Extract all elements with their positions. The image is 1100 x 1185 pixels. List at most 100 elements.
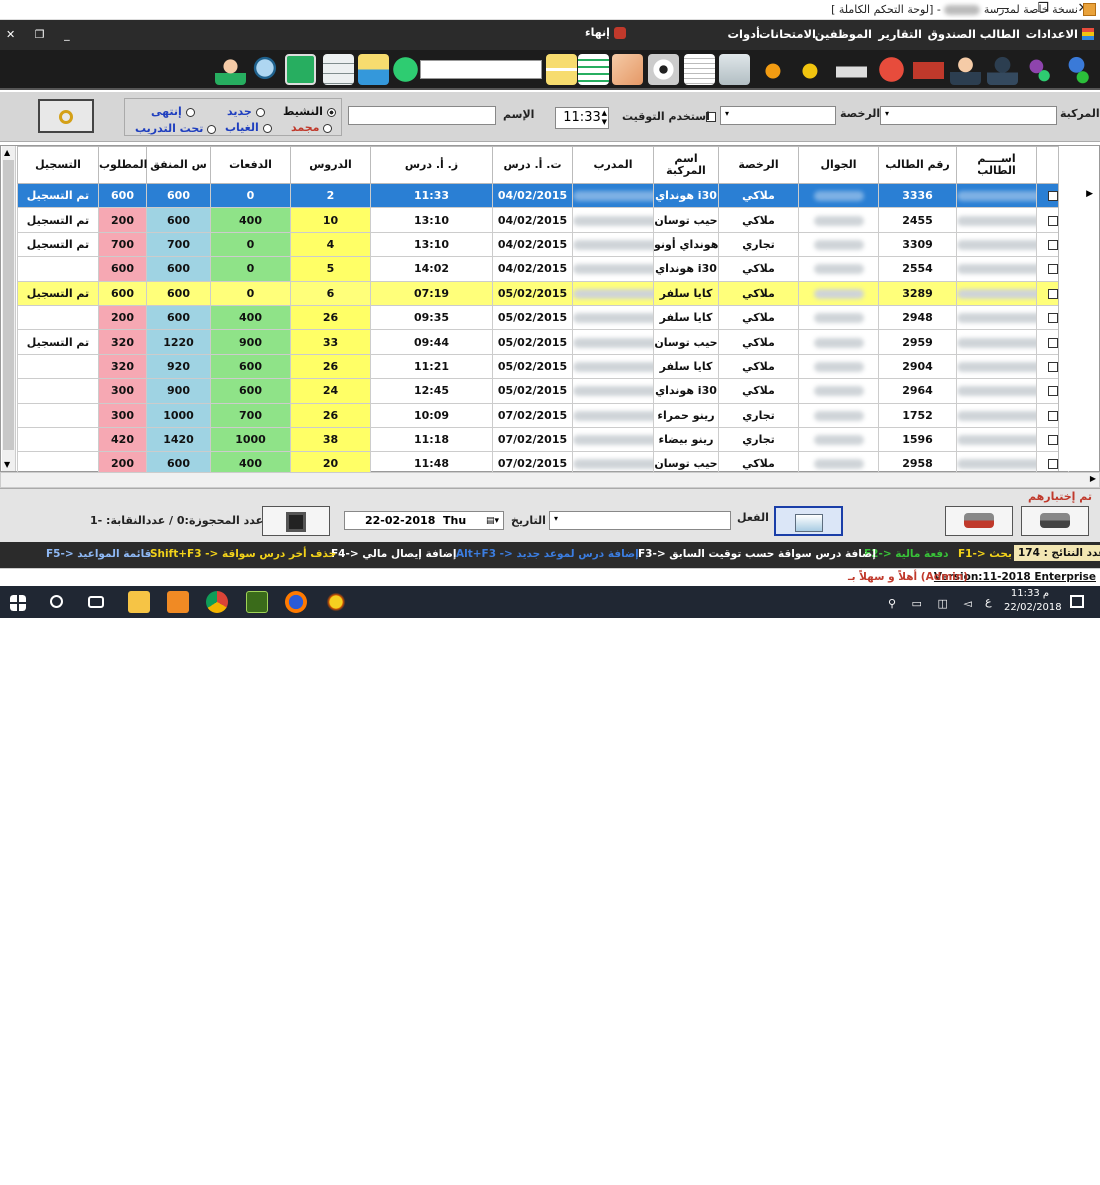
calendar-star-icon[interactable] [684,54,715,85]
last-lesson-date-col[interactable]: ت. أ. درس [492,146,573,184]
menu-settings[interactable]: الاعدادات [1026,27,1078,41]
car-icon[interactable] [836,54,867,85]
last-lesson-time-col[interactable]: ز. أ. درس [370,146,493,184]
license-select[interactable]: ▾ [720,106,836,125]
remove-coins-icon[interactable] [759,54,790,85]
instructor-icon[interactable] [950,54,981,85]
row-checkbox[interactable] [1047,313,1058,324]
add-car-button[interactable] [1021,506,1089,536]
send-message-button[interactable] [774,506,843,536]
row-checkbox[interactable] [1047,435,1058,446]
scroll-right-icon[interactable]: ▶ [1090,474,1096,483]
student-name-col[interactable]: اســــم الطالب [956,146,1037,184]
clock-time[interactable]: م 11:33 [1008,588,1052,599]
vertical-scrollbar[interactable]: ▲ ▼ [2,146,16,471]
table-row[interactable]: 300 1000 700 26 10:09 07/02/2015 رينو حمراء تجا… [17,402,1069,428]
windows-start-icon[interactable] [10,595,26,611]
eye-icon[interactable] [648,54,679,85]
input-language[interactable]: ع [985,595,992,608]
row-checkbox[interactable] [1047,337,1058,348]
horizontal-scrollbar[interactable]: ▶ [0,472,1100,488]
row-checkbox[interactable] [1047,361,1058,372]
chrome-icon[interactable] [206,591,228,613]
remove-car-button[interactable] [945,506,1013,536]
app-taskbar-icon[interactable] [167,591,189,613]
menu-tools[interactable]: أدوات [728,27,761,41]
row-checkbox[interactable] [1047,410,1058,421]
scroll-thumb[interactable] [3,160,14,450]
dreamweaver-icon[interactable] [246,591,268,613]
menu-reports[interactable]: التقارير [878,27,922,41]
firefox-icon[interactable] [285,591,307,613]
file-explorer-icon[interactable] [128,591,150,613]
sms-bubble-icon[interactable] [390,54,421,85]
table-row[interactable]: 200 600 400 26 09:35 05/02/2015 كايا سلفر ملاكي… [17,304,1069,331]
clock-date[interactable]: 22/02/2018 [1004,602,1062,613]
scroll-down-icon[interactable]: ▼ [4,460,10,469]
stop-icon[interactable] [876,54,907,85]
table-row[interactable]: 600 600 0 5 14:02 04/02/2015 هونداي i30 ملاكي 25… [17,256,1069,282]
radio-absence[interactable]: الغياب [225,121,272,134]
menu-employees[interactable]: الموظفين [815,27,872,41]
table-row[interactable]: تم التسجيل 700 700 0 4 13:10 04/02/2015 هونداي … [17,231,1069,258]
table-row[interactable]: تم التسجيل 200 600 400 10 13:10 04/02/2015 حيب … [17,207,1069,233]
notifications-icon[interactable] [1070,595,1084,608]
instructor-col[interactable]: المدرب [572,146,654,184]
mail-inbox-icon[interactable] [358,54,389,85]
task-view-icon[interactable] [88,596,104,608]
time-input[interactable]: 11:33 ▲ ▼ [555,107,609,129]
payments-col[interactable]: الدفعات [210,146,291,184]
add-student-icon[interactable] [1061,54,1092,85]
action-select[interactable]: ▾ [549,511,731,530]
mobile-col[interactable]: الجوال [798,146,879,184]
date-picker[interactable]: 22-02-2018 Thu ▤▾ [344,511,504,530]
table-row[interactable]: 300 900 600 24 12:45 05/02/2015 هونداي i30 ملاك… [17,378,1069,404]
running-app-icon[interactable] [325,591,347,613]
toolbar-search-input[interactable] [420,60,542,79]
checklist-icon[interactable] [578,54,609,85]
row-checkbox[interactable] [1047,264,1058,275]
spent-hours-col[interactable]: س المنفق [146,146,211,184]
row-checkbox[interactable] [1047,239,1058,250]
radio-training[interactable]: تحت التدريب [135,122,217,135]
search-icon[interactable] [50,595,63,608]
hourglass-icon[interactable] [546,54,577,85]
calendar-dropdown-icon[interactable]: ▤▾ [486,513,499,530]
radio-new[interactable]: جديد [227,105,265,118]
student-id-col[interactable]: رقم الطالب [878,146,957,184]
table-row[interactable]: 420 1420 1000 38 11:18 07/02/2015 رينو بيضاء تج… [17,426,1069,453]
registration-col[interactable]: التسجيل [17,146,99,184]
table-row[interactable]: 320 920 600 26 11:21 05/02/2015 كايا سلفر ملاكي… [17,353,1069,380]
menu-student[interactable]: الطالب [980,27,1020,41]
table-row[interactable]: تم التسجيل 320 1220 900 33 09:44 05/02/2015 حيب… [17,329,1069,355]
menu-cashbox[interactable]: الصندوق [928,27,976,41]
radio-finished[interactable]: إنتهى [151,105,195,118]
sms-phone-icon[interactable] [285,54,316,85]
table-row[interactable]: تم التسجيل 600 600 0 2 11:33 04/02/2015 هونداي … [17,182,1069,209]
license-col[interactable]: الرخصة [718,146,799,184]
lessons-col[interactable]: الدروس [290,146,371,184]
radio-active[interactable]: النشيط [283,105,336,118]
required-col[interactable]: المطلوب [98,146,147,184]
name-input[interactable] [348,106,496,125]
radio-frozen[interactable]: مجمد [291,121,333,134]
vehicle-col[interactable]: اسم المركبة [653,146,719,184]
row-checkbox[interactable] [1047,459,1058,470]
scroll-up-icon[interactable]: ▲ [4,148,10,157]
handshake-icon[interactable] [612,54,643,85]
row-checkbox[interactable] [1047,288,1058,299]
mdi-controls[interactable]: ✕ ❐ _ [6,28,78,41]
vehicle-select[interactable]: ▾ [880,106,1057,125]
table-row[interactable]: تم التسجيل 600 600 0 6 07:19 05/02/2015 كايا سل… [17,280,1069,306]
officer-icon[interactable] [987,54,1018,85]
search-doc-icon[interactable] [251,54,282,85]
save-button[interactable] [262,506,330,536]
row-checkbox[interactable] [1047,191,1058,202]
upload-icon[interactable] [719,54,750,85]
camera-icon[interactable] [913,54,944,85]
add-coins-icon[interactable] [796,54,827,85]
help-person-icon[interactable] [215,54,246,85]
end-button[interactable]: إنهاء [585,26,626,39]
student-group-icon[interactable] [1024,54,1055,85]
spinner-icon[interactable]: ▲ ▼ [602,109,607,127]
